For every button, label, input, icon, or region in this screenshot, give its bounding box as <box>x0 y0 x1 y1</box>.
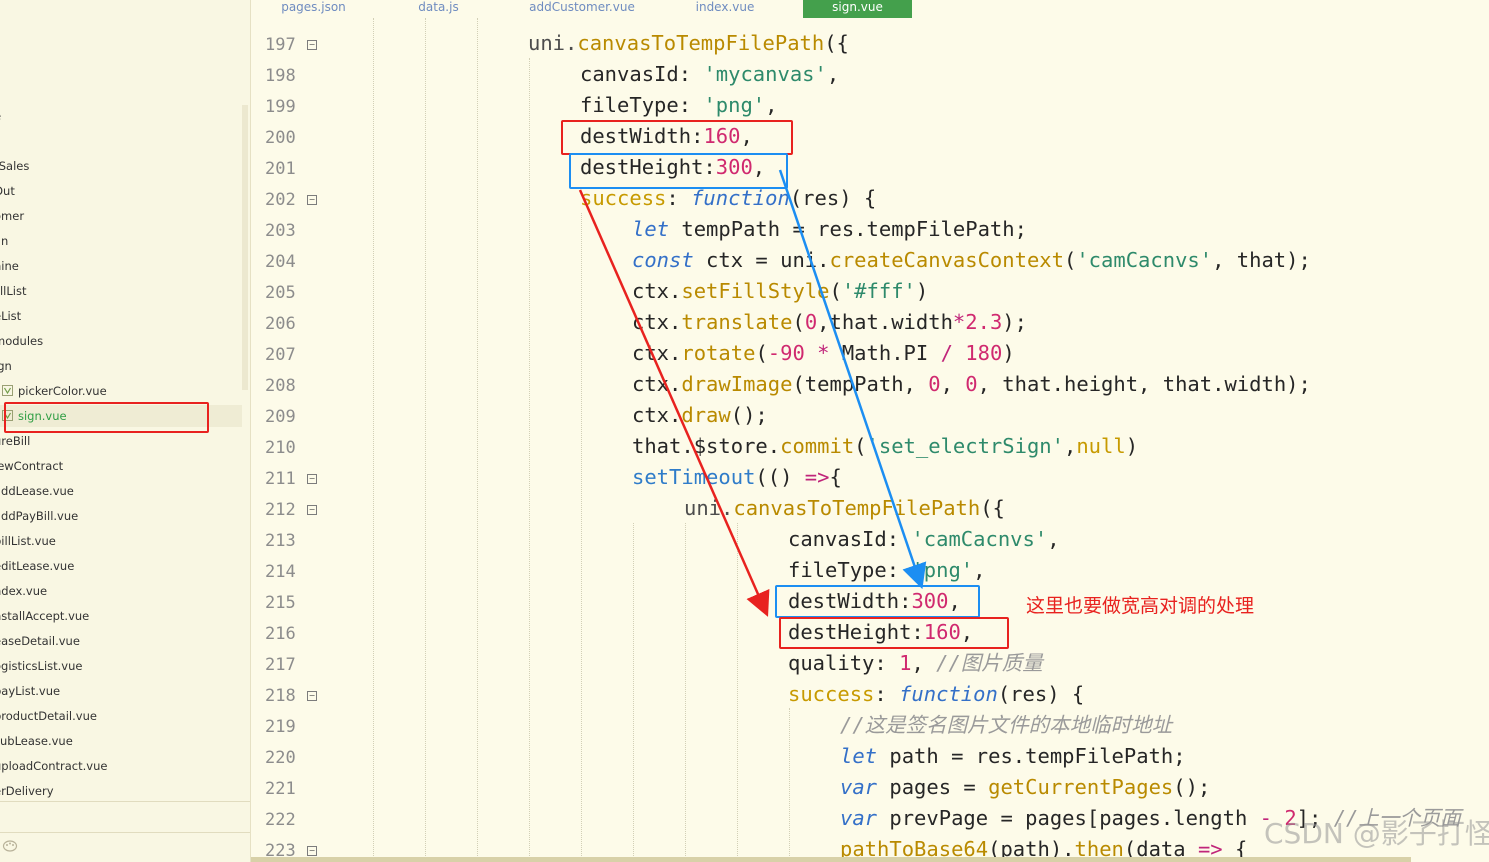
csdn-watermark: CSDN @影子打怪 <box>1264 817 1489 850</box>
blue-swap-arrow <box>778 169 927 590</box>
red-swap-arrow <box>578 189 770 617</box>
annotation-note: 这里也要做宽高对调的处理 <box>1026 595 1255 617</box>
horizontal-scrollbar[interactable] <box>251 857 1411 862</box>
annotation-arrows <box>578 169 927 617</box>
